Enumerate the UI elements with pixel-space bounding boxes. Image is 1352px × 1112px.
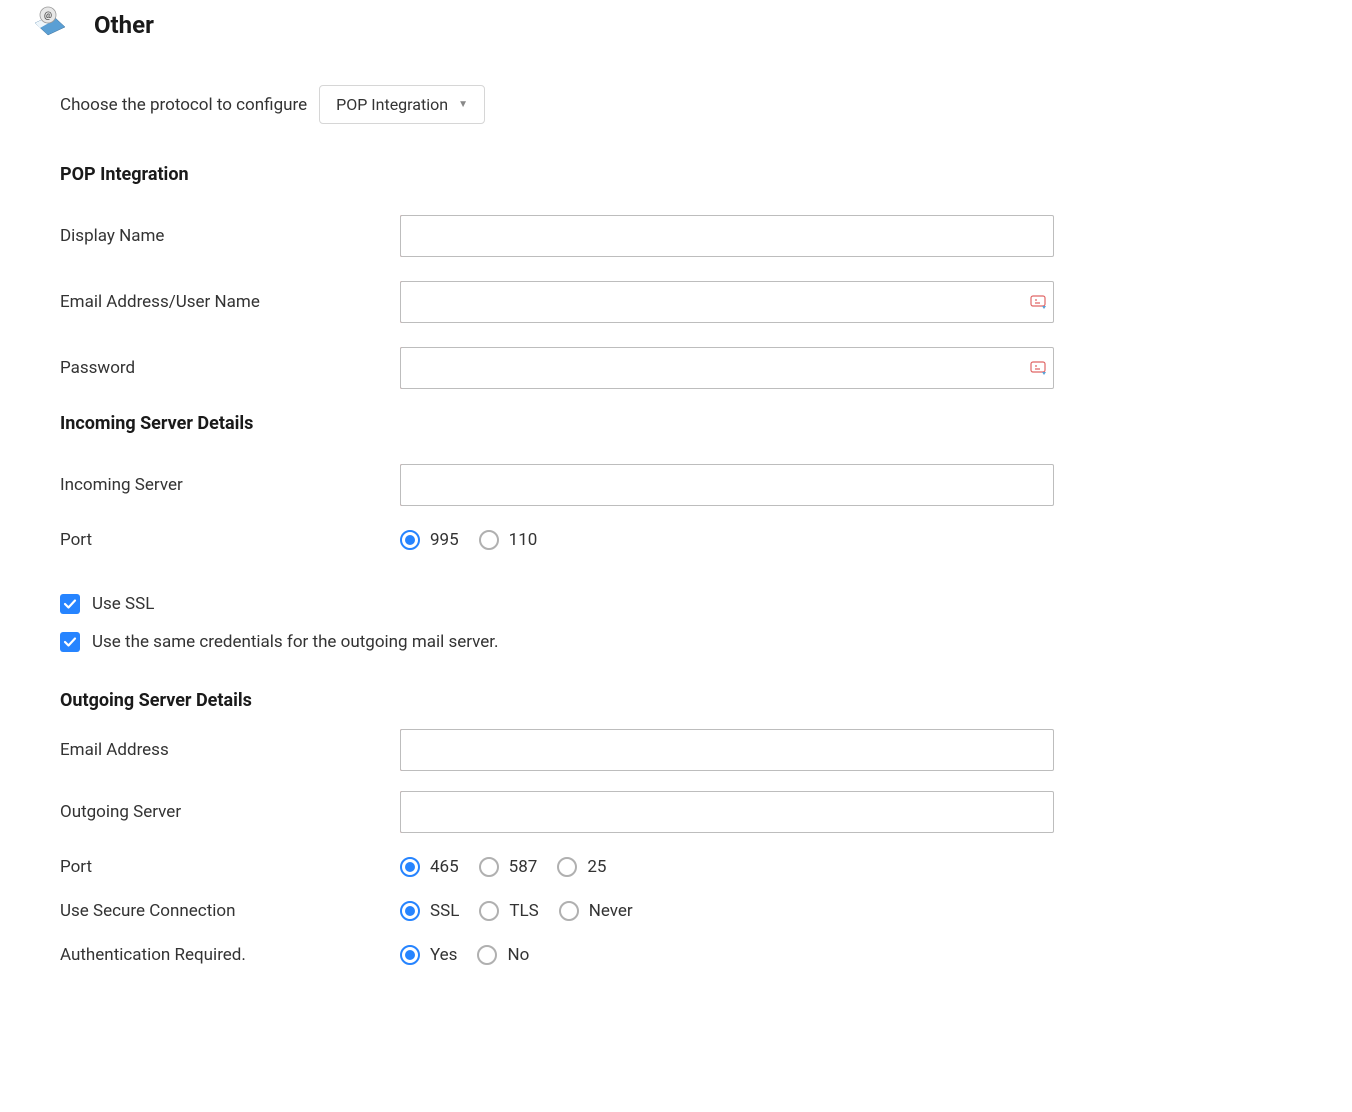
- row-incoming-server: Incoming Server: [60, 464, 1054, 506]
- input-password[interactable]: [400, 347, 1054, 389]
- radio-secure-never[interactable]: Never: [559, 901, 633, 921]
- radio-group-incoming-port: 995 110: [400, 530, 537, 550]
- page-title: Other: [94, 11, 154, 39]
- input-outgoing-server[interactable]: [400, 791, 1054, 833]
- radio-outgoing-port-25[interactable]: 25: [557, 857, 606, 877]
- label-out-email: Email Address: [60, 740, 400, 760]
- radio-auth-no[interactable]: No: [477, 945, 529, 965]
- radio-group-auth-required: Yes No: [400, 945, 529, 965]
- input-email-user[interactable]: [400, 281, 1054, 323]
- row-secure-conn: Use Secure Connection SSL TLS Never: [60, 901, 1054, 921]
- checkbox-use-ssl[interactable]: Use SSL: [60, 594, 1054, 614]
- label-display-name: Display Name: [60, 226, 400, 246]
- chevron-down-icon: ▼: [458, 99, 468, 110]
- label-use-ssl: Use SSL: [92, 594, 154, 614]
- label-secure-conn: Use Secure Connection: [60, 901, 400, 921]
- svg-text:@: @: [44, 11, 52, 21]
- label-password: Password: [60, 358, 400, 378]
- radio-outgoing-port-587[interactable]: 587: [479, 857, 538, 877]
- input-display-name[interactable]: [400, 215, 1054, 257]
- radio-auth-yes[interactable]: Yes: [400, 945, 457, 965]
- protocol-label: Choose the protocol to configure: [60, 95, 307, 115]
- section-outgoing: Outgoing Server Details: [60, 690, 1054, 711]
- radio-secure-tls[interactable]: TLS: [479, 901, 538, 921]
- form-content: Choose the protocol to configure POP Int…: [30, 85, 1054, 965]
- page-header: @ Other: [30, 5, 1352, 45]
- check-icon: [60, 594, 80, 614]
- autofill-key-icon[interactable]: [1030, 293, 1048, 311]
- label-outgoing-port: Port: [60, 857, 400, 877]
- row-auth-required: Authentication Required. Yes No: [60, 945, 1054, 965]
- section-pop-integration: POP Integration: [60, 164, 1054, 185]
- row-outgoing-port: Port 465 587 25: [60, 857, 1054, 877]
- mail-icon: @: [30, 5, 70, 45]
- label-incoming-port: Port: [60, 530, 400, 550]
- row-incoming-port: Port 995 110: [60, 530, 1054, 550]
- checkbox-same-creds[interactable]: Use the same credentials for the outgoin…: [60, 632, 1054, 652]
- check-icon: [60, 632, 80, 652]
- radio-outgoing-port-465[interactable]: 465: [400, 857, 459, 877]
- section-incoming: Incoming Server Details: [60, 413, 1054, 434]
- label-same-creds: Use the same credentials for the outgoin…: [92, 632, 499, 652]
- label-auth-required: Authentication Required.: [60, 945, 400, 965]
- radio-incoming-port-995[interactable]: 995: [400, 530, 459, 550]
- radio-group-secure-conn: SSL TLS Never: [400, 901, 633, 921]
- input-incoming-server[interactable]: [400, 464, 1054, 506]
- protocol-dropdown[interactable]: POP Integration ▼: [319, 85, 485, 124]
- label-incoming-server: Incoming Server: [60, 475, 400, 495]
- radio-incoming-port-110[interactable]: 110: [479, 530, 538, 550]
- radio-group-outgoing-port: 465 587 25: [400, 857, 606, 877]
- row-email-user: Email Address/User Name: [60, 281, 1054, 323]
- row-display-name: Display Name: [60, 215, 1054, 257]
- protocol-row: Choose the protocol to configure POP Int…: [60, 85, 1054, 124]
- label-outgoing-server: Outgoing Server: [60, 802, 400, 822]
- label-email-user: Email Address/User Name: [60, 292, 400, 312]
- protocol-selected: POP Integration: [336, 95, 448, 114]
- row-out-email: Email Address: [60, 729, 1054, 771]
- input-out-email[interactable]: [400, 729, 1054, 771]
- radio-secure-ssl[interactable]: SSL: [400, 901, 459, 921]
- row-outgoing-server: Outgoing Server: [60, 791, 1054, 833]
- row-password: Password: [60, 347, 1054, 389]
- autofill-key-icon[interactable]: [1030, 359, 1048, 377]
